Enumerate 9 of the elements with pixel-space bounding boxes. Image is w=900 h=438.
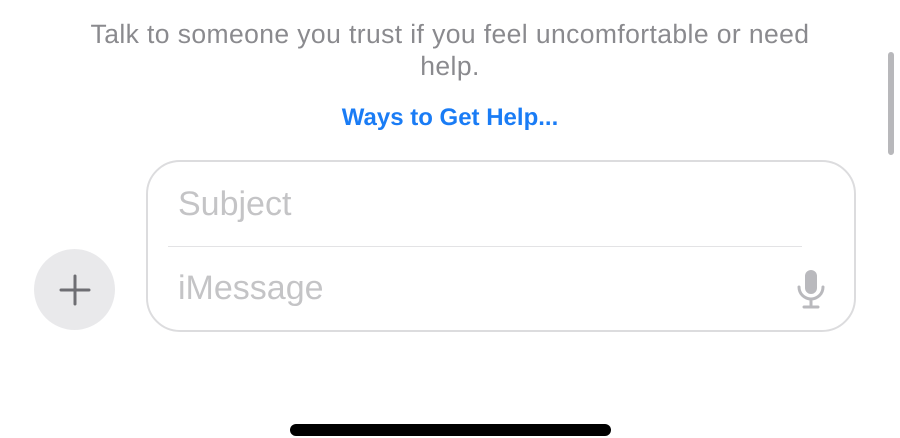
scrollbar[interactable] — [888, 52, 894, 155]
safety-notice: Talk to someone you trust if you feel uncomfortable or need help. — [90, 18, 810, 82]
home-indicator[interactable] — [290, 424, 611, 436]
help-link[interactable]: Ways to Get Help... — [342, 104, 558, 132]
microphone-icon[interactable] — [796, 268, 826, 309]
message-field[interactable]: iMessage — [168, 258, 758, 319]
plus-icon — [58, 274, 90, 306]
compose-field[interactable]: Subject iMessage — [146, 160, 856, 332]
subject-field[interactable]: Subject — [168, 162, 798, 246]
